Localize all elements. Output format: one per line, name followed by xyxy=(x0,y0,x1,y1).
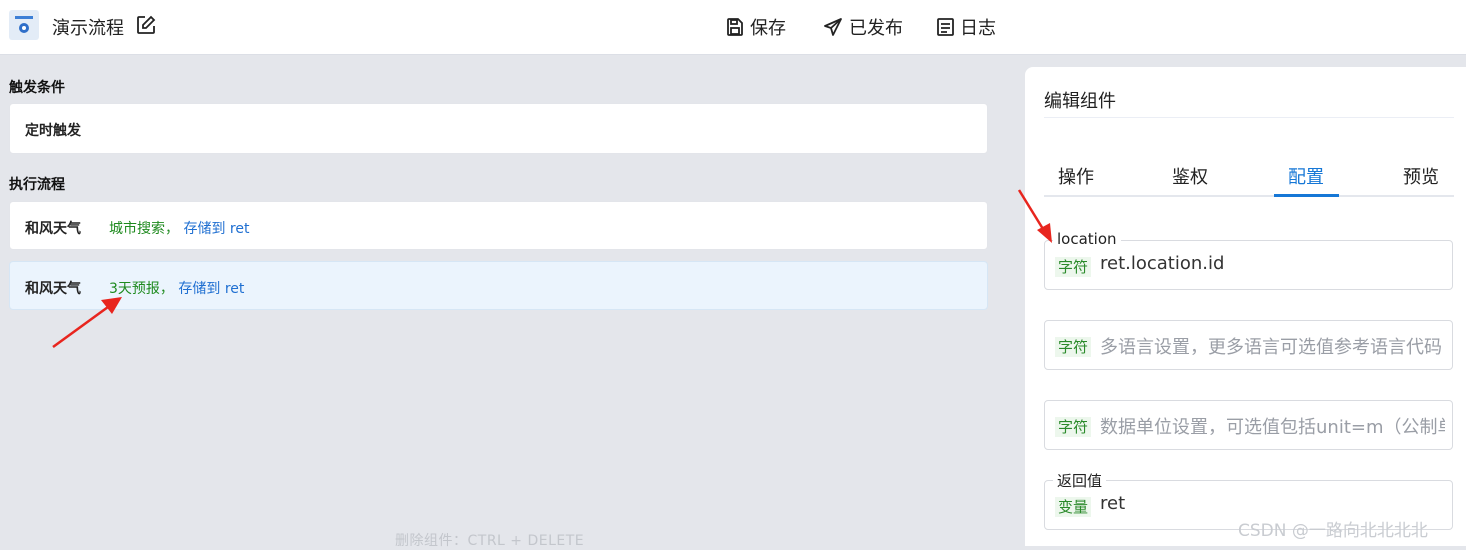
panel-divider xyxy=(1044,117,1454,118)
edit-title-icon[interactable] xyxy=(136,15,156,39)
tab-operation[interactable]: 操作 xyxy=(1058,163,1094,189)
flow-section-title: 执行流程 xyxy=(9,177,65,193)
trigger-section-title: 触发条件 xyxy=(9,80,65,96)
save-label: 保存 xyxy=(750,18,786,39)
log-icon xyxy=(937,18,954,36)
flow-title: 演示流程 xyxy=(52,18,124,39)
trigger-label: 定时触发 xyxy=(25,123,81,139)
type-tag: 字符 xyxy=(1055,417,1092,437)
tabs-baseline xyxy=(1044,195,1454,197)
watermark: CSDN @一路向北北北北 xyxy=(1238,521,1428,541)
save-icon xyxy=(727,18,743,36)
field-value: ret.location.id xyxy=(1100,253,1225,274)
field-legend: location xyxy=(1053,230,1121,248)
field-legend: 返回值 xyxy=(1053,470,1107,491)
location-field[interactable]: location 字符 ret.location.id xyxy=(1044,230,1453,290)
log-button[interactable]: 日志 xyxy=(937,14,996,40)
flow-step-card[interactable]: 和风天气 城市搜索， 存储到 ret xyxy=(9,201,988,250)
step-action: 城市搜索， xyxy=(109,221,179,237)
step-store: 存储到 ret xyxy=(183,221,250,237)
tab-config[interactable]: 配置 xyxy=(1288,163,1324,189)
published-label: 已发布 xyxy=(849,18,903,39)
field-placeholder: 多语言设置，更多语言可选值参考语言代码 xyxy=(1100,337,1442,358)
step-action: 3天预报， xyxy=(109,281,174,297)
tab-preview[interactable]: 预览 xyxy=(1403,163,1439,189)
unit-field[interactable]: 字符 数据单位设置，可选值包括unit=m（公制单 xyxy=(1044,400,1453,450)
flow-canvas: 触发条件 定时触发 执行流程 和风天气 城市搜索， 存储到 ret 和风天气 3… xyxy=(0,55,1012,549)
tab-auth[interactable]: 鉴权 xyxy=(1172,163,1208,189)
send-icon xyxy=(824,18,842,36)
step-store: 存储到 ret xyxy=(178,281,245,297)
flow-step-card-selected[interactable]: 和风天气 3天预报， 存储到 ret xyxy=(9,261,988,310)
step-name: 和风天气 xyxy=(25,221,81,237)
save-button[interactable]: 保存 xyxy=(726,14,786,40)
type-tag: 变量 xyxy=(1055,497,1092,517)
panel-title: 编辑组件 xyxy=(1044,91,1116,112)
step-name: 和风天气 xyxy=(25,281,81,297)
type-tag: 字符 xyxy=(1055,337,1092,357)
edit-component-panel: 编辑组件 操作 鉴权 配置 预览 location 字符 ret.locatio… xyxy=(1025,67,1466,546)
type-tag: 字符 xyxy=(1055,257,1092,277)
trigger-card[interactable]: 定时触发 xyxy=(9,103,988,154)
active-tab-indicator xyxy=(1274,194,1339,197)
field-value: ret xyxy=(1100,493,1126,514)
log-label: 日志 xyxy=(960,18,996,39)
field-placeholder: 数据单位设置，可选值包括unit=m（公制单 xyxy=(1100,417,1445,438)
delete-shortcut-hint: 删除组件：CTRL + DELETE xyxy=(395,533,585,549)
top-bar: 演示流程 保存 已发布 日志 xyxy=(0,0,1466,55)
language-field[interactable]: 字符 多语言设置，更多语言可选值参考语言代码 xyxy=(1044,320,1453,370)
published-button[interactable]: 已发布 xyxy=(824,14,903,40)
app-logo-icon xyxy=(9,10,39,40)
